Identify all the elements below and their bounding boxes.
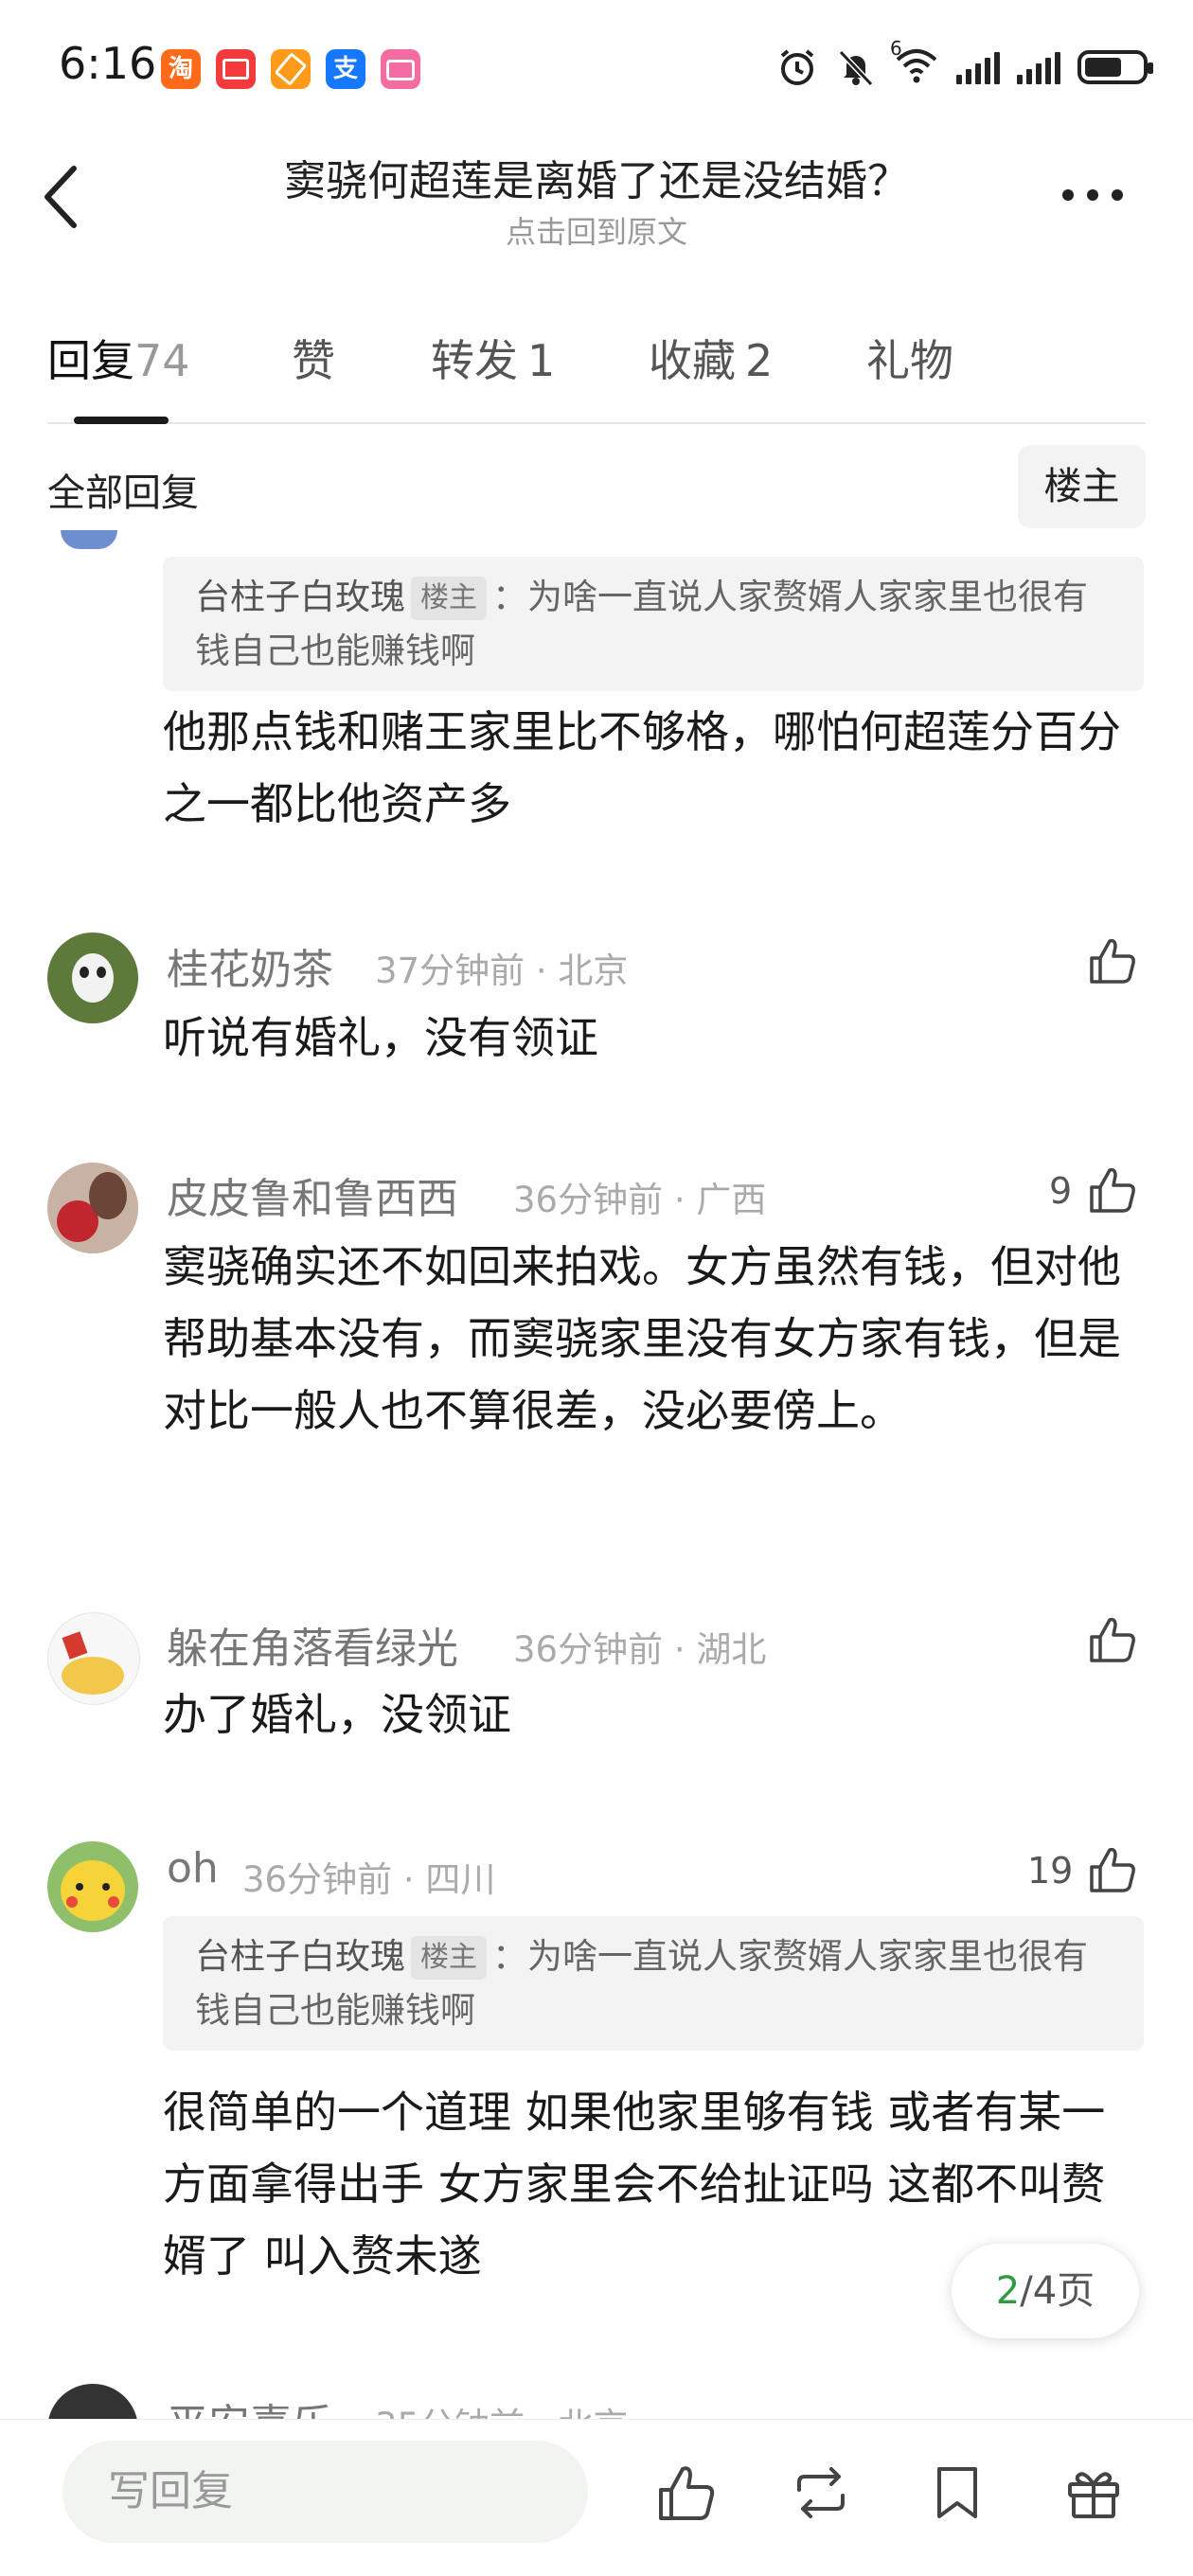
like-count: 19 (1027, 1850, 1074, 1892)
total-pages: /4页 (1020, 2269, 1095, 2313)
more-options-icon[interactable] (1059, 186, 1127, 204)
network-label: 6 (890, 37, 902, 60)
current-page: 2 (995, 2269, 1021, 2313)
video-app-icon (216, 49, 256, 89)
wifi-icon: 6 (890, 37, 939, 88)
all-replies-label: 全部回复 (47, 471, 199, 515)
comment-meta: 36分钟前 · 四川 (242, 1859, 496, 1900)
tab-label: 回复 (47, 335, 134, 386)
comment-meta: 36分钟前 · 广西 (513, 1180, 767, 1220)
owner-badge: 楼主 (411, 1936, 487, 1980)
like-icon[interactable] (1087, 1614, 1138, 1665)
avatar[interactable] (47, 1163, 138, 1253)
like-icon[interactable] (1087, 1844, 1138, 1895)
tab-label: 转发 (431, 335, 518, 386)
tab-reposts[interactable]: 转发 1 (431, 327, 555, 389)
comment-author[interactable]: 躲在角落看绿光 (167, 1614, 458, 1675)
like-icon[interactable] (655, 2461, 718, 2524)
tab-gifts[interactable]: 礼物 (866, 327, 953, 389)
owner-only-button[interactable]: 楼主 (1018, 445, 1146, 528)
owner-badge: 楼主 (411, 577, 487, 620)
like-icon[interactable] (1087, 935, 1138, 986)
avatar (61, 530, 117, 549)
tab-label: 赞 (292, 335, 335, 386)
comment-author[interactable]: 桂花奶茶 (167, 935, 333, 996)
quoted-author: 台柱子白玫瑰 (195, 577, 405, 617)
coupon-app-icon (271, 49, 311, 89)
avatar[interactable] (47, 933, 138, 1023)
avatar[interactable] (47, 1612, 140, 1705)
status-icons: 6 (776, 37, 1153, 89)
mute-icon (838, 49, 874, 87)
alarm-icon (780, 49, 814, 85)
reply-input[interactable]: 写回复 (62, 2441, 588, 2543)
like-count: 9 (1049, 1170, 1073, 1212)
gift-icon[interactable] (1062, 2461, 1125, 2524)
tab-count: 2 (745, 335, 774, 386)
quoted-reply: 台柱子白玫瑰 楼主 ：为啥一直说人家赘婿人家家里也很有钱自己也能赚钱啊 (163, 557, 1144, 691)
repost-icon[interactable] (790, 2461, 852, 2524)
like-icon[interactable] (1087, 1164, 1138, 1216)
comment-author[interactable]: oh (167, 1844, 219, 1892)
tab-likes[interactable]: 赞 (292, 327, 335, 389)
bilibili-icon (381, 49, 420, 89)
tab-count: 74 (134, 335, 190, 386)
comment-author[interactable]: 皮皮鲁和鲁西西 (167, 1164, 458, 1225)
tab-replies[interactable]: 回复74 (47, 327, 190, 389)
tab-favorites[interactable]: 收藏 2 (649, 327, 773, 389)
back-to-original-link[interactable]: 点击回到原文 (0, 208, 1193, 252)
comment-text: 听说有婚礼，没有领证 (163, 1012, 598, 1063)
tab-count: 1 (527, 335, 556, 386)
tab-label: 礼物 (866, 335, 953, 386)
status-time: 6:16 (59, 38, 157, 89)
page-title: 窦骁何超莲是离婚了还是没结婚？ (284, 157, 909, 205)
taobao-icon: 淘 (161, 49, 201, 89)
quoted-author: 台柱子白玫瑰 (195, 1936, 405, 1977)
bookmark-icon[interactable] (926, 2461, 988, 2524)
signal-icon (956, 50, 1000, 84)
comment-text: 他那点钱和赌王家里比不够格，哪怕何超莲分百分之一都比他资产多 (163, 706, 1121, 829)
tab-divider (47, 422, 1146, 424)
signal-icon (1017, 50, 1060, 84)
tab-label: 收藏 (649, 335, 736, 386)
comment-text: 办了婚礼，没领证 (163, 1689, 511, 1740)
alipay-icon: 支 (326, 49, 365, 89)
comment-meta: 37分钟前 · 北京 (375, 950, 629, 991)
quoted-reply: 台柱子白玫瑰 楼主 ：为啥一直说人家赘婿人家家里也很有钱自己也能赚钱啊 (163, 1916, 1144, 2051)
pagination-badge[interactable]: 2/4页 (952, 2244, 1139, 2338)
comment-meta: 36分钟前 · 湖北 (513, 1629, 767, 1670)
battery-icon (1077, 50, 1153, 84)
avatar[interactable] (47, 1841, 138, 1932)
comment-text: 窦骁确实还不如回来拍戏。女方虽然有钱，但对他帮助基本没有，而窦骁家里没有女方家有… (163, 1241, 1121, 1436)
active-tab-indicator (74, 417, 169, 424)
